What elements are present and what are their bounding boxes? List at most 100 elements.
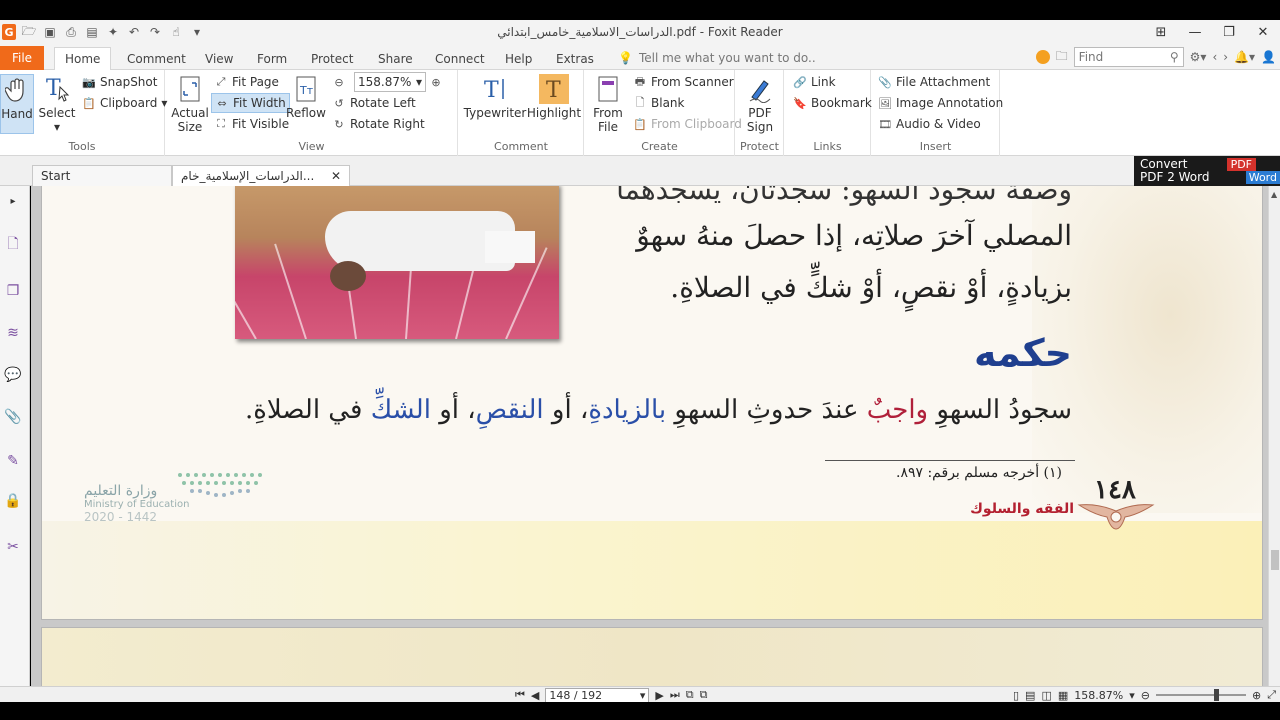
settings-gear-icon[interactable]: ⚙▾ [1190, 50, 1207, 64]
single-page-icon[interactable]: ▯ [1013, 689, 1019, 702]
convert-pdf-to-word-ad[interactable]: Convert PDF 2 Word PDF Word [1134, 156, 1280, 186]
tab-start[interactable]: Start [32, 165, 172, 186]
footnote-divider [825, 460, 1075, 461]
image-annotation-button[interactable]: 🖼 Image Annotation [878, 93, 1003, 113]
page-number-input[interactable]: 148 / 192 ▾ [545, 687, 650, 703]
layers-panel-icon[interactable]: ≋ [2, 322, 24, 344]
snapshot-button[interactable]: 📷 SnapShot [82, 72, 157, 92]
fit-visible-button[interactable]: ⛶ Fit Visible [214, 114, 289, 134]
expand-panel-icon[interactable]: ▸ [2, 190, 24, 212]
attachments-panel-icon[interactable]: 📎 [2, 406, 24, 428]
rotate-left-button[interactable]: ↺ Rotate Left [332, 93, 415, 113]
fit-page-button[interactable]: ⤢ Fit Page [214, 72, 279, 92]
rotate-right-button[interactable]: ↻ Rotate Right [332, 114, 424, 134]
save-icon[interactable]: ▣ [42, 24, 58, 40]
footnote-text: (١) أخرجه مسلم برقم: ٨٩٧. [896, 465, 1062, 481]
tab-home[interactable]: Home [54, 47, 112, 70]
hand-tool-button[interactable]: Hand [0, 74, 34, 134]
zoom-slider[interactable] [1155, 689, 1246, 701]
tab-form[interactable]: Form [257, 47, 287, 70]
previous-page-icon[interactable]: ◀ [531, 689, 539, 702]
tab-file[interactable]: File [0, 46, 44, 70]
tab-help[interactable]: Help [505, 47, 532, 70]
comments-panel-icon[interactable]: 💬 [2, 364, 24, 386]
foxit-app-icon[interactable]: G [2, 24, 16, 40]
view-group-label: View [298, 140, 325, 153]
next-page-icon[interactable]: ▶ [655, 689, 663, 702]
blank-button[interactable]: 🗋 Blank [633, 93, 685, 113]
tag-tools-icon[interactable]: ✂ [2, 536, 24, 558]
highlight-button[interactable]: T Highlight [527, 74, 581, 120]
restore-button[interactable]: ❐ [1212, 20, 1246, 44]
forward-arrow-icon[interactable]: › [1223, 50, 1228, 64]
bookmarks-panel-icon[interactable]: 🗋 [2, 234, 24, 256]
actual-size-button[interactable]: Actual Size [171, 74, 209, 134]
vertical-scrollbar[interactable]: ▲ [1268, 186, 1280, 686]
reflow-button[interactable]: Tт Reflow [286, 74, 326, 120]
document-view[interactable]: وصفة سجود السهو: سجدتان، يسجدهما المصلي … [31, 186, 1268, 686]
folder-search-icon[interactable]: 🗀 [1056, 47, 1068, 68]
back-arrow-icon[interactable]: ‹ [1212, 50, 1217, 64]
scrollbar-thumb[interactable] [1271, 550, 1279, 570]
zoom-level-select[interactable]: 158.87% ▾ [354, 72, 426, 92]
fit-visible-label: Fit Visible [232, 117, 290, 131]
facing-page-icon[interactable]: ◫ [1041, 689, 1051, 702]
from-file-button[interactable]: From File [591, 74, 625, 134]
minimize-button[interactable]: — [1178, 20, 1212, 44]
print-icon[interactable]: ⎙ [63, 24, 79, 40]
notification-bell-icon[interactable]: 🔔▾ [1234, 50, 1255, 64]
redo-icon[interactable]: ↷ [147, 24, 163, 40]
zoom-slider-knob[interactable] [1213, 689, 1219, 701]
signatures-panel-icon[interactable]: ✎ [2, 450, 24, 472]
close-tab-icon[interactable]: ✕ [331, 169, 341, 183]
first-page-icon[interactable]: ⏮ [515, 688, 525, 702]
status-zoom-dropdown-icon[interactable]: ▾ [1129, 689, 1135, 702]
link-button[interactable]: 🔗 Link [793, 72, 835, 92]
tab-current-document[interactable]: الدراسات_الإسلامية_خام... ✕ [172, 165, 350, 186]
scroll-up-arrow-icon[interactable]: ▲ [1271, 190, 1277, 199]
continuous-page-icon[interactable]: ▤ [1025, 689, 1035, 702]
continuous-facing-icon[interactable]: ▦ [1058, 689, 1068, 702]
tab-protect[interactable]: Protect [311, 47, 353, 70]
search-icon[interactable]: ⚲ [1170, 50, 1179, 64]
pages-panel-icon[interactable]: ❐ [2, 280, 24, 302]
close-window-button[interactable]: ✕ [1246, 20, 1280, 44]
fit-width-button[interactable]: ⇔ Fit Width [211, 93, 290, 113]
tab-comment[interactable]: Comment [127, 47, 186, 70]
tab-connect[interactable]: Connect [435, 47, 485, 70]
tell-me-box[interactable]: 💡 Tell me what you want to do.. [618, 47, 816, 69]
zoom-out-button[interactable]: ⊖ [332, 72, 346, 92]
user-avatar-icon[interactable]: 👤 [1261, 50, 1276, 64]
from-scanner-button[interactable]: 🖶 From Scanner [633, 72, 734, 92]
select-tool-button[interactable]: T Select ▾ [38, 74, 76, 134]
previous-view-icon[interactable]: ⧉ [686, 688, 694, 702]
pdf-sign-button[interactable]: PDF Sign [744, 74, 776, 134]
scan-icon[interactable]: ▤ [84, 24, 100, 40]
last-page-icon[interactable]: ⏭ [670, 688, 680, 702]
security-lock-icon[interactable]: 🔒 [2, 490, 24, 512]
tab-share[interactable]: Share [378, 47, 413, 70]
open-folder-icon[interactable]: 🗁 [21, 24, 37, 40]
fullscreen-icon[interactable]: ⤢ [1267, 688, 1276, 702]
next-view-icon[interactable]: ⧉ [700, 688, 708, 702]
file-attachment-button[interactable]: 📎 File Attachment [878, 72, 990, 92]
tab-extras[interactable]: Extras [556, 47, 594, 70]
clipboard-button[interactable]: 📋 Clipboard ▾ [82, 93, 167, 113]
from-clipboard-button[interactable]: 📋 From Clipboard [633, 114, 742, 134]
account-orb-icon[interactable] [1035, 50, 1050, 64]
find-input[interactable]: Find ⚲ [1073, 47, 1184, 67]
audio-video-button[interactable]: 🎞 Audio & Video [878, 114, 981, 134]
zoom-in-button[interactable]: ⊕ [429, 72, 443, 92]
tab-start-label: Start [41, 169, 71, 183]
ribbon-layout-icon[interactable]: ⊞ [1144, 20, 1178, 44]
status-zoom-in-icon[interactable]: ⊕ [1252, 689, 1261, 702]
typewriter-button[interactable]: T Typewriter [464, 74, 527, 120]
customize-dropdown-icon[interactable]: ▾ [189, 24, 205, 40]
new-icon[interactable]: ✦ [105, 24, 121, 40]
bookmark-button[interactable]: 🔖 Bookmark [793, 93, 872, 113]
undo-icon[interactable]: ↶ [126, 24, 142, 40]
status-zoom-out-icon[interactable]: ⊖ [1141, 689, 1150, 702]
camera-icon: 📷 [82, 75, 96, 89]
tab-view[interactable]: View [205, 47, 233, 70]
hand-tool-icon[interactable]: ☝ [168, 24, 184, 40]
